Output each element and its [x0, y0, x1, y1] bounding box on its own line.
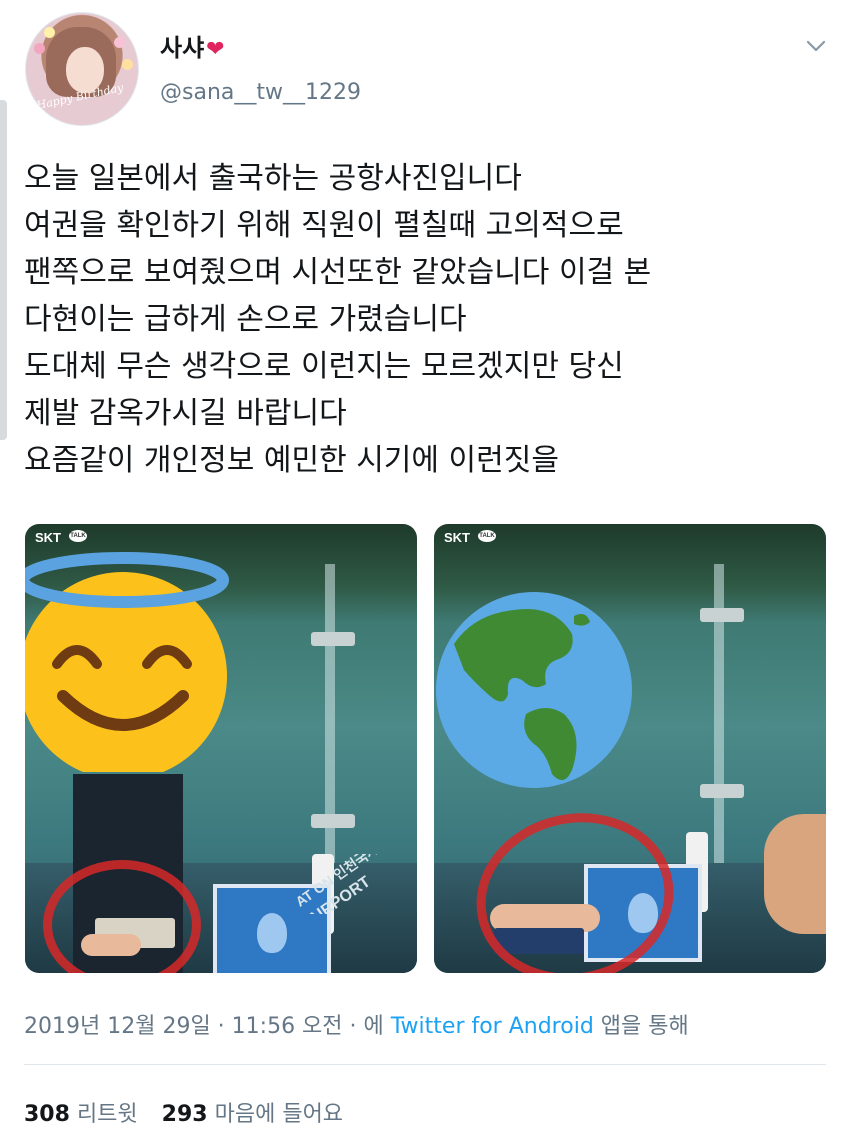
avatar[interactable]: Happy Birthday	[25, 12, 139, 126]
retweets-count: 308	[24, 1102, 70, 1127]
divider	[24, 1064, 826, 1065]
talk-badge: TALK	[478, 530, 496, 542]
tweet-line: 팬쪽으로 보여줬으며 시선또한 같았습니다 이걸 본	[24, 255, 652, 290]
heart-emoji: ❤	[206, 37, 225, 62]
sign-text: AT ON 인천국제 AIRPORT	[292, 854, 381, 914]
likes-count: 293	[161, 1102, 208, 1127]
retweets-label: 리트윗	[76, 1102, 138, 1127]
tweet-stats: 308 리트윗 293 마음에 들어요	[24, 1096, 343, 1128]
tweet-line: 제발 감옥가시길 바랍니다	[24, 396, 347, 431]
globe-americas-icon	[436, 592, 632, 788]
source-suffix: 앱을 통해	[593, 1014, 689, 1039]
tweet-line: 여권을 확인하기 위해 직원이 펼칠때 고의적으로	[24, 208, 624, 243]
status-carrier: SKT	[444, 530, 470, 545]
source-link[interactable]: Twitter for Android	[391, 1014, 594, 1039]
scroll-indicator[interactable]	[0, 100, 7, 440]
smiling-face-with-halo-icon	[25, 552, 229, 772]
display-name[interactable]: 사샤❤	[160, 28, 225, 63]
tweet-text: 오늘 일본에서 출국하는 공항사진입니다 여권을 확인하기 위해 직원이 펼칠때…	[24, 155, 824, 484]
tweet-photo-2[interactable]: SKT TALK	[434, 524, 826, 973]
tweet-line: 요즘같이 개인정보 예민한 시기에 이런짓을	[24, 443, 559, 478]
tweet-line: 도대체 무슨 생각으로 이런지는 모르겠지만 당신	[24, 349, 624, 384]
user-handle[interactable]: @sana__tw__1229	[160, 80, 361, 105]
tweet-timestamp: 2019년 12월 29일 · 11:56 오전 · 에 Twitter for…	[24, 1008, 689, 1040]
tweet-line: 다현이는 급하게 손으로 가렸습니다	[24, 302, 467, 337]
timestamp-text[interactable]: 2019년 12월 29일 · 11:56 오전 · 에	[24, 1014, 391, 1039]
tweet-line: 오늘 일본에서 출국하는 공항사진입니다	[24, 161, 522, 196]
tweet-photo-1[interactable]: SKT TALK AT ON 인천국제 AIRPORT	[25, 524, 417, 973]
retweets-stat[interactable]: 308 리트윗	[24, 1102, 138, 1127]
likes-label: 마음에 들어요	[214, 1102, 344, 1127]
likes-stat[interactable]: 293 마음에 들어요	[162, 1102, 343, 1127]
chevron-down-icon[interactable]	[804, 34, 828, 58]
display-name-text: 사샤	[160, 34, 205, 62]
